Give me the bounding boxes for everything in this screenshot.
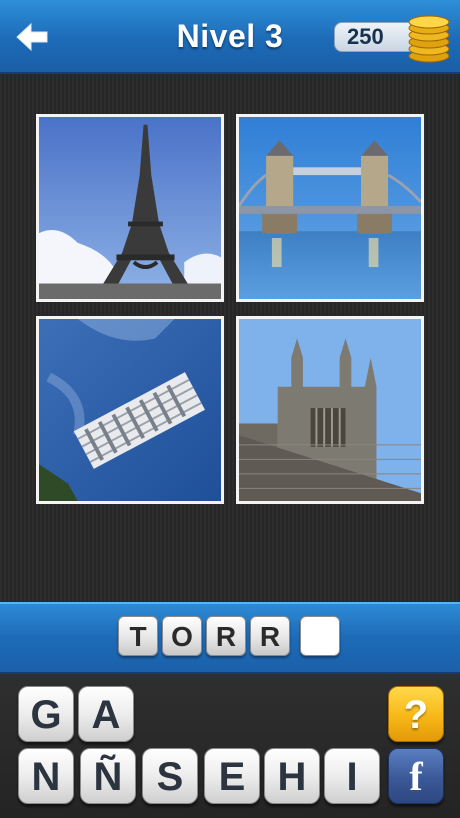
letter-key[interactable]: S <box>142 748 198 804</box>
hint-button[interactable]: ? <box>388 686 444 742</box>
facebook-share-button[interactable]: f <box>388 748 444 804</box>
letter-key[interactable]: A <box>78 686 134 742</box>
letter-key[interactable]: N <box>18 748 74 804</box>
letter-key[interactable]: G <box>18 686 74 742</box>
gold-coins-icon <box>404 12 454 64</box>
answer-slot[interactable]: T <box>118 616 158 656</box>
letter-key[interactable]: H <box>264 748 320 804</box>
answer-slot[interactable]: O <box>162 616 202 656</box>
answer-slot[interactable]: R <box>250 616 290 656</box>
letter-key[interactable]: I <box>324 748 380 804</box>
letter-key[interactable]: Ñ <box>80 748 136 804</box>
tower-bridge-photo[interactable] <box>236 114 424 302</box>
leaning-tower-pisa-photo[interactable] <box>36 316 224 504</box>
answer-slot[interactable]: R <box>206 616 246 656</box>
eiffel-tower-photo[interactable] <box>36 114 224 302</box>
letter-key[interactable]: E <box>204 748 260 804</box>
answer-slot-empty[interactable] <box>300 616 340 656</box>
top-bar: Nivel 3 250 <box>0 0 460 74</box>
church-tower-photo[interactable] <box>236 316 424 504</box>
